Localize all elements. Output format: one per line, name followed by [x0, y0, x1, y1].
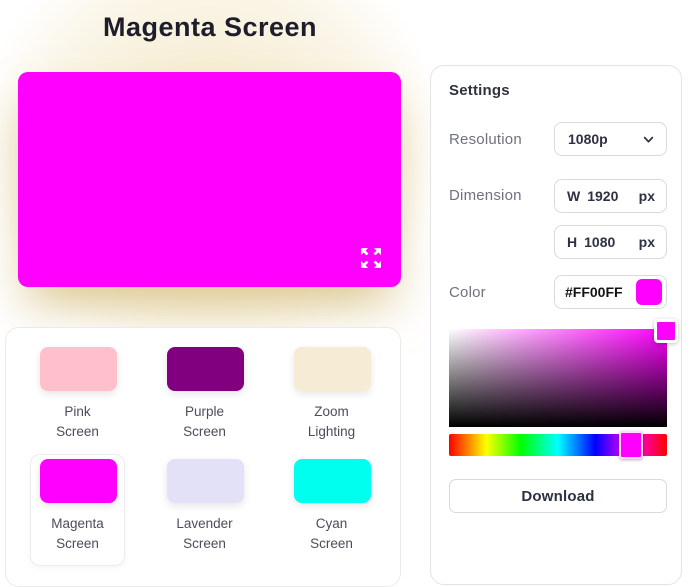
page-title: Magenta Screen — [102, 12, 318, 42]
color-row: Color #FF00FF — [449, 275, 667, 309]
saturation-handle[interactable] — [654, 319, 678, 343]
preset-zoom-lighting[interactable]: Zoom Lighting — [284, 342, 379, 454]
hue-handle[interactable] — [618, 431, 643, 459]
saturation-picker[interactable] — [449, 319, 678, 427]
width-value: 1920 — [587, 188, 619, 204]
height-unit: px — [638, 234, 655, 250]
dimension-label: Dimension — [449, 187, 522, 204]
fullscreen-button[interactable] — [355, 242, 387, 274]
resolution-row: Resolution 1080p — [449, 122, 667, 156]
height-input[interactable]: H 1080 px — [554, 225, 667, 259]
hex-color-value: #FF00FF — [565, 284, 623, 300]
preset-swatch — [294, 459, 371, 504]
preset-swatch — [294, 347, 371, 391]
preset-label: Purple Screen — [183, 404, 226, 439]
preset-label: Lavender Screen — [176, 516, 233, 551]
preset-magenta-screen[interactable]: Magenta Screen — [30, 454, 125, 567]
expand-arrows-icon — [361, 248, 381, 268]
preset-swatch — [167, 347, 244, 391]
preset-label: Cyan Screen — [310, 516, 353, 551]
preset-label: Pink Screen — [56, 404, 99, 439]
width-prefix: W — [567, 188, 581, 204]
color-chip[interactable] — [636, 279, 662, 305]
hex-color-input[interactable]: #FF00FF — [554, 275, 667, 309]
preset-label: Zoom Lighting — [307, 404, 356, 439]
settings-panel: Settings Resolution 1080p Dimension W 19… — [430, 65, 682, 585]
width-unit: px — [638, 188, 655, 204]
preset-swatch — [40, 347, 117, 391]
preset-cyan-screen[interactable]: Cyan Screen — [284, 454, 379, 566]
preset-lavender-screen[interactable]: Lavender Screen — [157, 454, 252, 566]
preset-label: Magenta Screen — [51, 516, 104, 551]
dimension-inputs: W 1920 px H 1080 px — [554, 179, 667, 259]
color-label: Color — [449, 283, 486, 301]
resolution-value: 1080p — [568, 131, 608, 147]
preset-grid: Pink Screen Purple Screen Zoom Lighting — [14, 342, 393, 567]
download-button[interactable]: Download — [449, 479, 667, 513]
color-preview[interactable] — [18, 72, 401, 287]
hue-slider[interactable] — [449, 431, 667, 459]
preset-swatch — [40, 459, 117, 504]
preset-purple-screen[interactable]: Purple Screen — [157, 342, 252, 454]
dimension-row: Dimension W 1920 px H 1080 px — [449, 179, 667, 259]
resolution-label: Resolution — [449, 130, 522, 148]
height-prefix: H — [567, 234, 578, 250]
resolution-select[interactable]: 1080p — [554, 122, 667, 156]
preset-pink-screen[interactable]: Pink Screen — [30, 342, 125, 454]
page: Magenta Screen Pink Screen Purple Screen… — [0, 0, 700, 587]
height-value: 1080 — [584, 234, 616, 250]
saturation-gradient[interactable] — [449, 329, 667, 427]
chevron-down-icon — [643, 136, 654, 143]
settings-heading: Settings — [449, 82, 510, 99]
preset-screens-card: Pink Screen Purple Screen Zoom Lighting — [5, 327, 401, 587]
preset-swatch — [167, 459, 244, 504]
width-input[interactable]: W 1920 px — [554, 179, 667, 213]
